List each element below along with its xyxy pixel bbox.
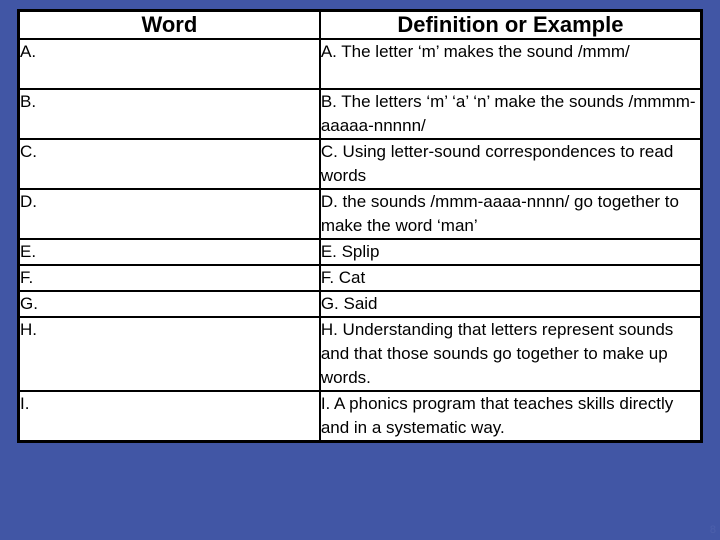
word-cell-c: C. xyxy=(17,138,321,190)
definition-cell-d: D. the sounds /mmm-aaaa-nnnn/ go togethe… xyxy=(318,188,703,240)
word-cell-h: H. xyxy=(17,316,321,392)
definition-cell-e: E. Splip xyxy=(318,238,703,266)
definition-cell-a: A. The letter ‘m’ makes the sound /mmm/ xyxy=(318,38,703,90)
definition-cell-i: I. A phonics program that teaches skills… xyxy=(318,390,703,443)
word-cell-f: F. xyxy=(17,264,321,292)
table-row: B. B. The letters ‘m’ ‘a’ ‘n’ make the s… xyxy=(17,88,703,140)
word-cell-b: B. xyxy=(17,88,321,140)
table-row: G. G. Said xyxy=(17,290,703,318)
column-header-word: Word xyxy=(17,9,321,40)
table-header-row: Word Definition or Example xyxy=(17,9,703,40)
table-row: I. I. A phonics program that teaches ski… xyxy=(17,390,703,443)
table-row: D. D. the sounds /mmm-aaaa-nnnn/ go toge… xyxy=(17,188,703,240)
vocabulary-table: Word Definition or Example A. A. The let… xyxy=(17,9,703,443)
word-cell-e: E. xyxy=(17,238,321,266)
slide-number: 8 xyxy=(709,524,716,536)
table-row: E. E. Splip xyxy=(17,238,703,266)
table-row: F. F. Cat xyxy=(17,264,703,292)
table-row: H. H. Understanding that letters represe… xyxy=(17,316,703,392)
table-body: A. A. The letter ‘m’ makes the sound /mm… xyxy=(17,38,703,443)
table-header: Word Definition or Example xyxy=(17,9,703,40)
definition-cell-h: H. Understanding that letters represent … xyxy=(318,316,703,392)
table-row: C. C. Using letter-sound correspondences… xyxy=(17,138,703,190)
definition-cell-c: C. Using letter-sound correspondences to… xyxy=(318,138,703,190)
slide-canvas: Word Definition or Example A. A. The let… xyxy=(0,0,720,540)
definition-cell-g: G. Said xyxy=(318,290,703,318)
word-cell-i: I. xyxy=(17,390,321,443)
word-cell-a: A. xyxy=(17,38,321,90)
definition-cell-b: B. The letters ‘m’ ‘a’ ‘n’ make the soun… xyxy=(318,88,703,140)
table-row: A. A. The letter ‘m’ makes the sound /mm… xyxy=(17,38,703,90)
word-cell-d: D. xyxy=(17,188,321,240)
definition-cell-f: F. Cat xyxy=(318,264,703,292)
word-cell-g: G. xyxy=(17,290,321,318)
column-header-definition: Definition or Example xyxy=(318,9,703,40)
